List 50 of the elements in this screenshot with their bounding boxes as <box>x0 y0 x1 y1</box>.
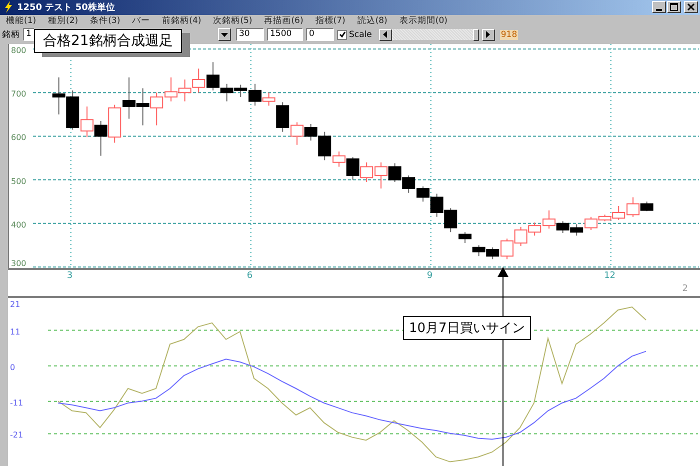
lightning-icon <box>3 1 13 14</box>
axis-label: -11 <box>10 398 24 408</box>
axis-label: 300 <box>11 259 26 268</box>
axis-label: 400 <box>11 220 26 230</box>
close-button[interactable] <box>684 1 698 14</box>
check-icon <box>338 31 346 38</box>
menu-item[interactable]: 再描画(6) <box>264 15 304 27</box>
axis-label: 12 <box>604 271 616 282</box>
menu-item[interactable]: バー <box>132 15 150 27</box>
axis-label: 11 <box>10 327 20 336</box>
checkbox-label: Scale <box>349 30 372 40</box>
left-arrow-icon <box>383 31 388 38</box>
menu-item[interactable]: 条件(3) <box>90 15 120 27</box>
axis-label: 6 <box>246 271 253 282</box>
count-label: 918 <box>500 30 518 40</box>
window-title: 1250 テスト 50株単位 <box>17 1 115 14</box>
menu-item[interactable]: 読込(8) <box>357 15 388 27</box>
axis-label: 21 <box>10 300 20 310</box>
dropdown[interactable] <box>218 28 231 42</box>
scrollbar[interactable] <box>378 29 479 40</box>
callout-label: 10月7日買いサイン <box>403 316 531 340</box>
toolbar-label: 銘柄 <box>2 28 20 41</box>
axis-label: 800 <box>11 46 26 56</box>
axis-label: 0 <box>10 362 16 372</box>
checkbox[interactable] <box>337 30 347 40</box>
maximize-icon <box>670 3 678 12</box>
maximize-button[interactable] <box>667 1 681 14</box>
caret-icon <box>221 32 228 37</box>
input-field[interactable]: 0 <box>306 28 334 42</box>
minimize-button[interactable] <box>652 1 666 14</box>
menu-item[interactable]: 前銘柄(4) <box>162 15 202 27</box>
code-field[interactable]: 1 <box>23 28 35 42</box>
menu-item[interactable]: 種別(2) <box>48 15 78 27</box>
scale-checkbox[interactable]: Scale <box>337 30 372 40</box>
axis-label: -21 <box>10 430 24 440</box>
close-icon <box>687 3 695 12</box>
input-field[interactable]: 1500 <box>267 28 303 42</box>
menu-item[interactable]: 指標(7) <box>315 15 346 27</box>
input-field[interactable]: 30 <box>236 28 264 42</box>
axis-label: 2 <box>682 284 688 294</box>
scroll-right-button[interactable] <box>482 28 495 41</box>
axis-label: 600 <box>11 133 26 142</box>
menu-item[interactable]: 次銘柄(5) <box>213 15 252 27</box>
menu-item[interactable]: 表示期間(0) <box>399 15 448 27</box>
axis-label: 9 <box>426 271 433 282</box>
right-arrow-icon <box>486 31 490 38</box>
axis-label: 500 <box>11 176 26 186</box>
axis-label: 700 <box>11 90 26 99</box>
axis-label: 3 <box>66 271 73 282</box>
menu-item[interactable]: 機能(1) <box>6 15 36 27</box>
